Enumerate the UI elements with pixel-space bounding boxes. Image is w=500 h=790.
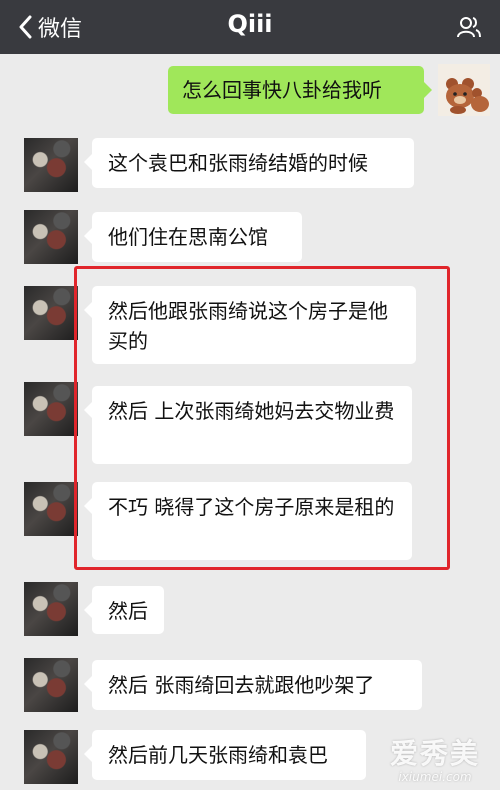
highlight-box xyxy=(74,266,450,570)
contact-avatar[interactable] xyxy=(24,138,78,192)
message-list[interactable]: 怎么回事快八卦给我听 这个袁巴和张雨绮结婚的时候 他们住在思南公馆 然后他跟张雨… xyxy=(0,54,500,790)
bear-avatar-icon xyxy=(438,64,490,116)
incoming-message[interactable]: 然后 张雨绮回去就跟他吵架了 xyxy=(84,660,422,710)
watermark: 爱秀美 ixiumei.com xyxy=(390,732,480,784)
contact-avatar[interactable] xyxy=(24,210,78,264)
incoming-message[interactable]: 然后前几天张雨绮和袁巴 xyxy=(84,730,366,780)
incoming-message[interactable]: 然后 xyxy=(84,586,164,634)
incoming-message[interactable]: 这个袁巴和张雨绮结婚的时候 xyxy=(84,138,414,188)
contact-avatar[interactable] xyxy=(24,658,78,712)
contact-avatar[interactable] xyxy=(24,730,78,784)
chat-header: 微信 Qiii xyxy=(0,0,500,54)
chat-info-button[interactable] xyxy=(456,14,482,40)
watermark-logo: 爱秀美 xyxy=(389,737,480,770)
contact-avatar[interactable] xyxy=(24,582,78,636)
contact-avatar[interactable] xyxy=(24,382,78,436)
incoming-message[interactable]: 他们住在思南公馆 xyxy=(84,212,302,262)
my-avatar[interactable] xyxy=(438,64,490,116)
more-people-icon xyxy=(457,17,481,38)
watermark-url: ixiumei.com xyxy=(398,770,472,784)
contact-avatar[interactable] xyxy=(24,482,78,536)
chat-title: Qiii xyxy=(227,10,273,38)
outgoing-message[interactable]: 怎么回事快八卦给我听 xyxy=(168,66,432,114)
contact-avatar[interactable] xyxy=(24,286,78,340)
